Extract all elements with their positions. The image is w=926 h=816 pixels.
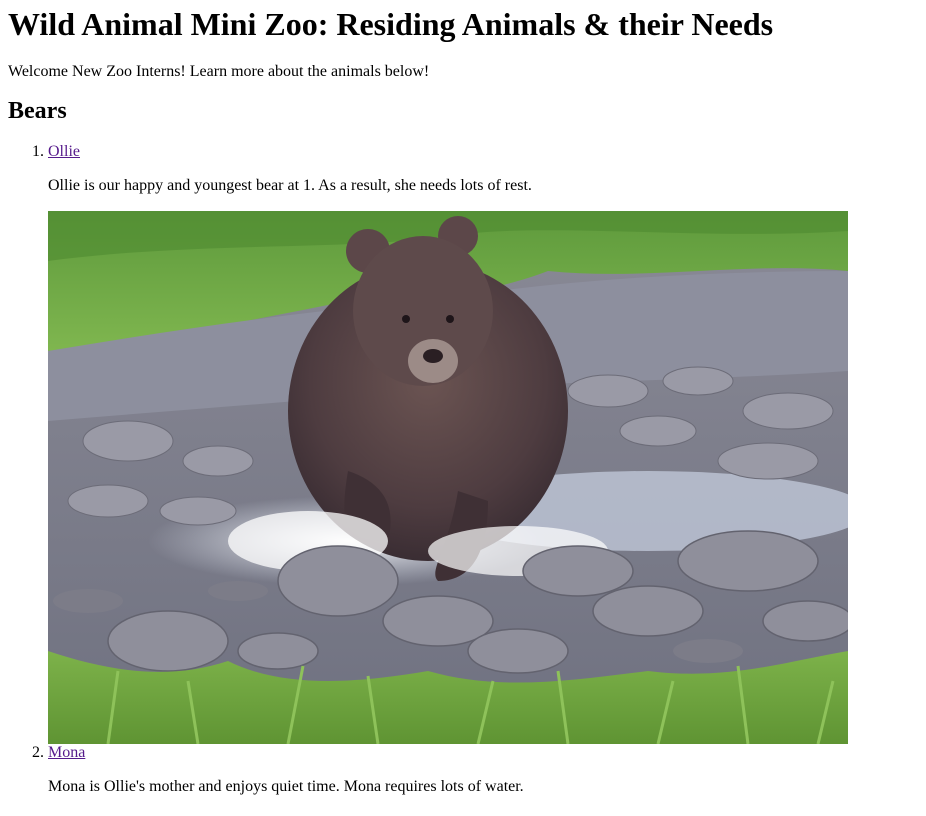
animal-description-mona: Mona is Ollie's mother and enjoys quiet … [48,778,524,795]
list-item-mona: Mona Mona is Ollie's mother and enjoys q… [48,744,918,796]
list-item-ollie: Ollie Ollie is our happy and youngest be… [48,143,918,744]
section-heading-bears: Bears [8,98,67,124]
intro-text: Welcome New Zoo Interns! Learn more abou… [8,63,430,80]
bear-running-image [48,211,848,744]
animal-list: Ollie Ollie is our happy and youngest be… [8,143,918,796]
animal-description-ollie: Ollie is our happy and youngest bear at … [48,177,532,194]
bear-photo [48,211,848,744]
page-title: Wild Animal Mini Zoo: Residing Animals &… [8,6,774,42]
animal-link-ollie[interactable]: Ollie [48,143,80,160]
animal-link-mona[interactable]: Mona [48,744,85,761]
